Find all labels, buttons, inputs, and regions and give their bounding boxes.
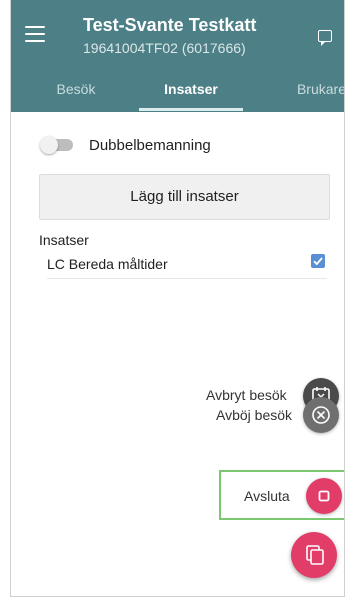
- insats-label: LC Bereda måltider: [47, 256, 168, 272]
- dubbelbemanning-row: Dubbelbemanning: [40, 135, 211, 155]
- list-item[interactable]: LC Bereda måltider: [47, 250, 327, 279]
- insats-checkbox[interactable]: [311, 254, 325, 268]
- add-insatser-button[interactable]: Lägg till insatser: [39, 174, 330, 220]
- dubbelbemanning-toggle[interactable]: [40, 136, 73, 154]
- tab-brukare[interactable]: Brukare: [266, 70, 344, 112]
- tab-insatser[interactable]: Insatser: [139, 70, 243, 112]
- circle-x-icon[interactable]: [303, 397, 339, 433]
- copy-icon[interactable]: [291, 532, 337, 578]
- app-screen: Test-Svante Testkatt 19641004TF02 (60176…: [10, 0, 345, 597]
- hamburger-menu-icon[interactable]: [25, 26, 45, 42]
- avboj-besok-label[interactable]: Avböj besök: [216, 407, 292, 423]
- client-name: Test-Svante Testkatt: [83, 15, 257, 35]
- tab-besok[interactable]: Besök: [31, 70, 121, 112]
- avsluta-label[interactable]: Avsluta: [244, 488, 290, 504]
- dubbelbemanning-label: Dubbelbemanning: [89, 136, 211, 154]
- avbryt-besok-label[interactable]: Avbryt besök: [206, 387, 287, 403]
- tab-bar: Besök Insatser Brukare: [11, 70, 344, 112]
- client-id: 19641004TF02 (6017666): [83, 40, 246, 56]
- chat-bubble-icon[interactable]: [318, 30, 332, 46]
- app-bar: Test-Svante Testkatt 19641004TF02 (60176…: [11, 0, 344, 112]
- stop-icon[interactable]: [306, 478, 342, 514]
- active-tab-indicator: [139, 108, 243, 111]
- insatser-section-title: Insatser: [39, 232, 89, 248]
